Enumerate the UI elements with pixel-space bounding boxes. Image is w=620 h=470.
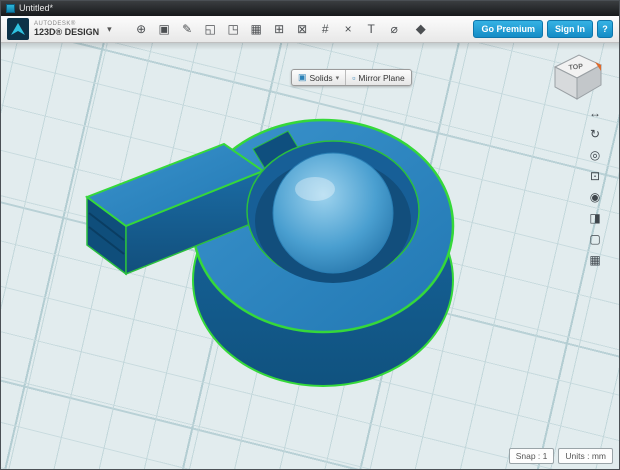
transform-icon[interactable]: ⊕ bbox=[134, 22, 149, 36]
app-window: Untitled* AUTODESK® 123D® DESIGN ▾ ⊕ ▣ ✎… bbox=[0, 0, 620, 470]
outline-icon[interactable]: ▢ bbox=[587, 231, 603, 247]
delete-icon[interactable]: × bbox=[341, 22, 356, 36]
model-whistle[interactable] bbox=[1, 43, 619, 470]
mirror-plane-label: Mirror Plane bbox=[358, 72, 405, 83]
window-title: Untitled* bbox=[19, 3, 54, 13]
grouping-icon[interactable]: ⊞ bbox=[272, 22, 287, 36]
fit-view-icon[interactable]: ⊡ bbox=[587, 168, 603, 184]
header-right: Go Premium Sign In ? bbox=[473, 20, 613, 38]
units-setting[interactable]: Units : mm bbox=[558, 448, 613, 464]
pan-icon[interactable]: ↔ bbox=[587, 105, 603, 121]
measure-icon[interactable]: ⌀ bbox=[387, 22, 402, 36]
combine-icon[interactable]: ⊠ bbox=[295, 22, 310, 36]
view-settings-icon[interactable]: ◉ bbox=[587, 189, 603, 205]
app-icon bbox=[6, 4, 15, 13]
brand-123d-label: 123D® DESIGN bbox=[34, 27, 100, 37]
modify-icon[interactable]: ◳ bbox=[226, 22, 241, 36]
sphere-highlight bbox=[295, 177, 335, 201]
go-premium-button[interactable]: Go Premium bbox=[473, 20, 543, 38]
solids-label: Solids bbox=[309, 72, 333, 83]
shading-icon[interactable]: ◨ bbox=[587, 210, 603, 226]
navigation-toolbar: ↔ ↻ ◎ ⊡ ◉ ◨ ▢ ▦ bbox=[587, 105, 603, 268]
snap-icon[interactable]: # bbox=[318, 22, 333, 36]
titlebar: Untitled* bbox=[1, 1, 619, 16]
main-toolbar: ⊕ ▣ ✎ ◱ ◳ ▦ ⊞ ⊠ # × T ⌀ bbox=[134, 22, 402, 36]
zoom-icon[interactable]: ◎ bbox=[587, 147, 603, 163]
brand-menu[interactable]: AUTODESK® 123D® DESIGN ▾ bbox=[7, 18, 112, 40]
grid-toggle-icon[interactable]: ▦ bbox=[587, 252, 603, 268]
brand-text: AUTODESK® 123D® DESIGN bbox=[34, 21, 99, 37]
mirror-plane-button[interactable]: ▫ Mirror Plane bbox=[345, 70, 411, 85]
sketch-icon[interactable]: ✎ bbox=[180, 22, 195, 36]
construct-icon[interactable]: ◱ bbox=[203, 22, 218, 36]
view-cube[interactable]: TOP bbox=[545, 49, 607, 110]
whistle-sphere[interactable] bbox=[272, 152, 394, 274]
materials-icon[interactable]: ◆ bbox=[416, 21, 426, 37]
viewport-canvas[interactable]: ▣ Solids ▾ ▫ Mirror Plane TOP ↔ ↻ ◎ ⊡ ◉ … bbox=[1, 43, 619, 470]
orbit-icon[interactable]: ↻ bbox=[587, 126, 603, 142]
status-bar: Snap : 1 Units : mm bbox=[508, 448, 613, 464]
app-header: AUTODESK® 123D® DESIGN ▾ ⊕ ▣ ✎ ◱ ◳ ▦ ⊞ ⊠… bbox=[1, 16, 619, 43]
chevron-down-icon[interactable]: ▾ bbox=[107, 24, 112, 35]
context-toolbar: ▣ Solids ▾ ▫ Mirror Plane bbox=[291, 69, 412, 86]
solids-icon: ▣ bbox=[298, 72, 307, 82]
snap-setting[interactable]: Snap : 1 bbox=[508, 448, 555, 464]
app-logo-icon[interactable] bbox=[7, 18, 29, 40]
text-icon[interactable]: T bbox=[364, 22, 379, 36]
mirror-plane-icon: ▫ bbox=[352, 72, 356, 83]
pattern-icon[interactable]: ▦ bbox=[249, 22, 264, 36]
solids-dropdown[interactable]: ▣ Solids ▾ bbox=[292, 70, 345, 85]
sign-in-button[interactable]: Sign In bbox=[547, 20, 593, 38]
help-button[interactable]: ? bbox=[597, 20, 613, 38]
solids-caret-icon: ▾ bbox=[335, 74, 340, 82]
primitives-icon[interactable]: ▣ bbox=[157, 22, 172, 36]
